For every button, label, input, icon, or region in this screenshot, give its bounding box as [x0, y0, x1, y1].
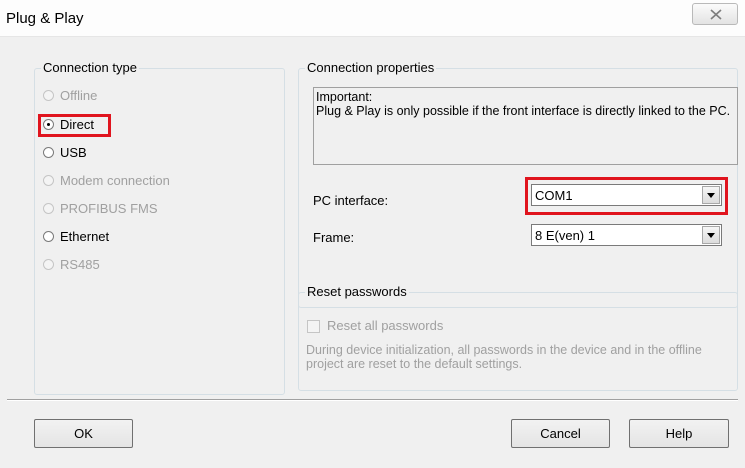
radio-usb-label: USB [60, 145, 87, 160]
help-button[interactable]: Help [629, 419, 729, 448]
important-heading: Important: [316, 90, 373, 104]
important-info-box: Important: Plug & Play is only possible … [313, 87, 738, 165]
radio-modem-circle [43, 175, 54, 187]
radio-profibus-label: PROFIBUS FMS [60, 201, 158, 216]
reset-all-passwords-label: Reset all passwords [327, 318, 444, 333]
reset-passwords-description: During device initialization, all passwo… [306, 343, 702, 371]
connection-type-legend: Connection type [41, 60, 139, 75]
radio-ethernet-label: Ethernet [60, 229, 110, 244]
radio-rs485[interactable]: RS485 [43, 256, 100, 274]
radio-offline-circle [43, 90, 54, 102]
footer-separator [7, 399, 738, 401]
radio-profibus-circle [43, 203, 54, 215]
radio-usb-circle [43, 147, 54, 159]
radio-modem-connection[interactable]: Modem connection [43, 172, 170, 190]
radio-rs485-circle [43, 259, 54, 271]
cancel-button[interactable]: Cancel [511, 419, 610, 448]
close-icon [710, 9, 722, 20]
frame-dropdown-icon[interactable] [702, 226, 720, 244]
connection-properties-legend: Connection properties [305, 60, 437, 75]
window-title: Plug & Play [6, 10, 84, 27]
pc-interface-highlight-box [525, 177, 728, 215]
frame-label: Frame: [313, 230, 355, 245]
radio-offline[interactable]: Offline [43, 87, 97, 105]
frame-value: 8 E(ven) 1 [535, 228, 595, 243]
ok-button[interactable]: OK [34, 419, 133, 448]
radio-ethernet[interactable]: Ethernet [43, 228, 109, 246]
reset-all-passwords-checkbox[interactable] [307, 320, 320, 333]
reset-passwords-group: Reset passwords Reset all passwords Duri… [298, 284, 738, 391]
radio-rs485-label: RS485 [60, 257, 100, 272]
close-button[interactable] [692, 3, 738, 25]
pc-interface-label: PC interface: [313, 193, 389, 208]
title-bar: Plug & Play [0, 0, 745, 37]
radio-offline-label: Offline [60, 88, 98, 103]
frame-select[interactable]: 8 E(ven) 1 [531, 224, 722, 246]
important-text: Plug & Play is only possible if the fron… [316, 104, 731, 118]
radio-usb[interactable]: USB [43, 144, 87, 162]
dialog-body: Connection type Offline Direct USB Modem… [0, 37, 745, 468]
reset-passwords-legend: Reset passwords [305, 284, 409, 299]
radio-ethernet-circle [43, 231, 54, 243]
radio-modem-label: Modem connection [60, 173, 170, 188]
radio-profibus-fms[interactable]: PROFIBUS FMS [43, 200, 158, 218]
direct-highlight-box [38, 114, 111, 137]
